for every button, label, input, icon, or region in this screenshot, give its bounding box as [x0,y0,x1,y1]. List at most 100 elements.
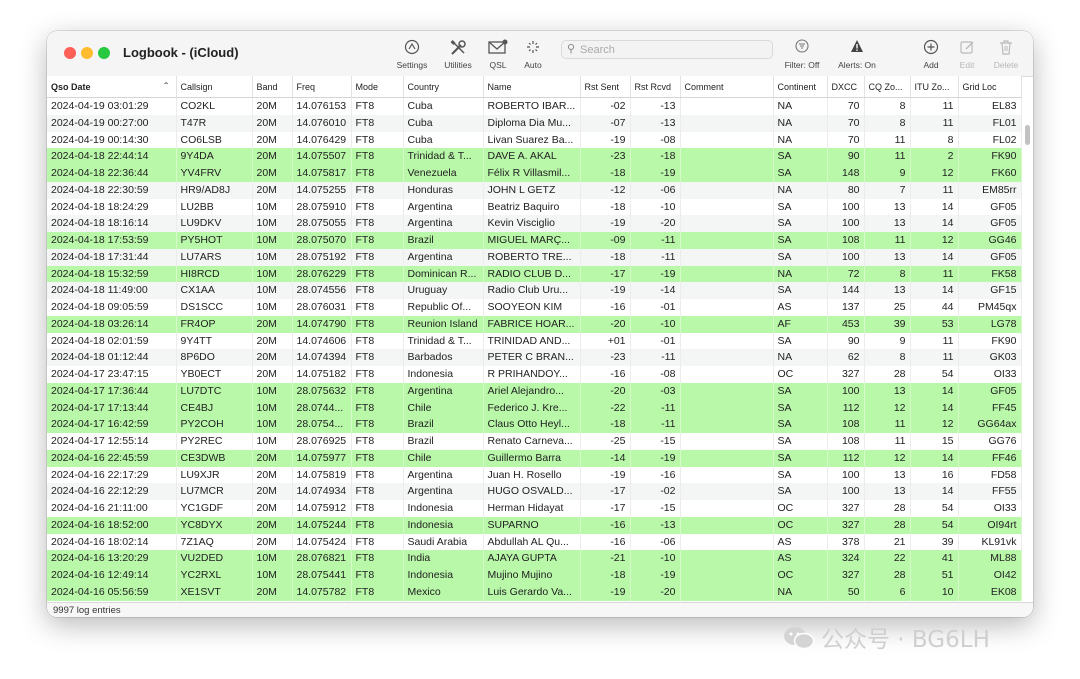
minimize-window-button[interactable] [81,47,93,59]
cell-name: MIGUEL MARÇ... [483,232,581,249]
table-row[interactable]: 2024-04-16 21:11:00 YC1GDF 20M 14.075912 FT8… [47,500,1022,517]
column-header[interactable]: DXCC [827,76,865,98]
table-row[interactable]: 2024-04-19 03:01:29 CO2KL 20M 14.076153 FT8 C… [47,97,1022,115]
search-field[interactable]: ⚲ [561,40,773,59]
column-header[interactable]: Freq [292,76,352,98]
table-row[interactable]: 2024-04-16 12:49:14 YC2RXL 10M 28.075441 FT8… [47,567,1022,584]
cell-dxcc: 108 [827,416,865,433]
column-header[interactable]: Grid Loc [958,76,1022,98]
table-row[interactable]: 2024-04-18 22:36:44 YV4FRV 20M 14.075817 FT8… [47,165,1022,182]
column-header[interactable]: Mode [351,76,404,98]
table-row[interactable]: 2024-04-18 01:12:44 8P6DO 20M 14.074394 FT8 B… [47,349,1022,366]
cell-itu: 14 [910,382,959,400]
cell-cq: 12 [864,399,911,417]
column-header[interactable]: CQ Zo... [864,76,911,98]
cell-call: PY2COH [176,416,253,433]
table-row[interactable]: 2024-04-16 22:45:59 CE3DWB 20M 14.075977 FT8… [47,449,1022,467]
log-table: Qso Date ⌃ Callsign Band Freq Mode Country Name… [47,76,1022,601]
cell-mode: FT8 [351,533,404,551]
cell-itu: 14 [910,248,959,266]
cell-band: 10M [252,248,293,266]
cell-country: Barbados [403,349,484,366]
table-row[interactable]: 2024-04-18 22:44:14 9Y4DA 20M 14.075507 FT8 T… [47,148,1022,165]
cell-band: 10M [252,232,293,249]
column-header[interactable]: Name [483,76,581,98]
table-row[interactable]: 2024-04-18 17:53:59 PY5HOT 10M 28.075070 FT8… [47,232,1022,249]
filter-button[interactable]: Filter: Off [777,39,827,70]
delete-button[interactable]: Delete [989,39,1023,70]
cell-band: 10M [252,265,293,283]
cell-call: T47R [176,114,253,132]
table-row[interactable]: 2024-04-18 09:05:59 DS1SCC 10M 28.076031 FT8… [47,299,1022,316]
cell-itu: 15 [910,433,959,450]
table-row[interactable]: 2024-04-16 05:56:59 XE1SVT 20M 14.075782 FT8… [47,583,1022,601]
cell-name: Federico J. Kre... [483,399,581,417]
cell-comment [680,332,774,350]
table-row[interactable]: 2024-04-17 12:55:14 PY2REC 10M 28.076925 FT8… [47,433,1022,450]
close-window-button[interactable] [64,47,76,59]
cell-country: Republic Of... [403,299,484,316]
column-header[interactable]: Rst Sent [580,76,631,98]
table-row[interactable]: 2024-04-17 16:42:59 PY2COH 10M 28.0754... FT… [47,416,1022,433]
qsl-button[interactable]: QSL [484,39,512,70]
table-row[interactable]: 2024-04-19 00:27:00 T47R 20M 14.076010 FT8 Cu… [47,114,1022,132]
cell-cont: SA [773,382,828,400]
column-header[interactable]: Continent [773,76,828,98]
table-row[interactable]: 2024-04-18 11:49:00 CX1AA 10M 28.074556 FT8 U… [47,282,1022,299]
cell-mode: FT8 [351,165,404,182]
column-header[interactable]: Band [252,76,293,98]
table-row[interactable]: 2024-04-16 13:20:29 VU2DED 10M 28.076821 FT8… [47,550,1022,567]
column-header[interactable]: Callsign [176,76,253,98]
table-row[interactable]: 2024-04-18 15:32:59 HI8RCD 10M 28.076229 FT8… [47,265,1022,283]
cell-freq: 28.076229 [292,265,352,283]
table-row[interactable]: 2024-04-17 17:13:44 CE4BJ 10M 28.0744... FT8… [47,399,1022,417]
column-header[interactable]: Rst Rcvd [630,76,681,98]
table-row[interactable]: 2024-04-16 22:17:29 LU9XJR 20M 14.075819 FT8… [47,466,1022,484]
column-header[interactable]: Comment [680,76,774,98]
cell-date: 2024-04-18 18:16:14 [47,215,177,232]
cell-sent: -19 [580,466,631,484]
column-header[interactable]: Country [403,76,484,98]
table-row[interactable]: 2024-04-18 18:24:29 LU2BB 10M 28.075910 FT8 A… [47,198,1022,216]
cell-cont: NA [773,349,828,366]
cell-cont: NA [773,131,828,149]
vertical-scrollbar[interactable] [1025,125,1030,145]
auto-button[interactable]: Auto [519,39,547,70]
cell-comment [680,533,774,551]
envelope-icon [484,39,512,59]
cell-cq: 11 [864,433,911,450]
table-row[interactable]: 2024-04-17 23:47:15 YB0ECT 20M 14.075182 FT8… [47,366,1022,383]
settings-button[interactable]: Settings [392,39,432,70]
cell-name: Abdullah AL Qu... [483,533,581,551]
cell-rcvd: -11 [630,349,681,366]
cell-rcvd: -10 [630,315,681,333]
add-button[interactable]: Add [917,39,945,70]
table-row[interactable]: 2024-04-18 17:31:44 LU7ARS 10M 28.075192 FT8… [47,248,1022,266]
log-table-container[interactable]: Qso Date ⌃ Callsign Band Freq Mode Country Name… [47,76,1033,602]
cell-call: CO2KL [176,97,253,115]
utilities-button[interactable]: Utilities [437,39,479,70]
zoom-window-button[interactable] [98,47,110,59]
table-row[interactable]: 2024-04-16 18:52:00 YC8DYX 20M 14.075244 FT8… [47,516,1022,534]
cell-date: 2024-04-17 12:55:14 [47,433,177,450]
cell-date: 2024-04-16 22:45:59 [47,449,177,467]
table-row[interactable]: 2024-04-18 03:26:14 FR4OP 20M 14.074790 FT8 R… [47,315,1022,333]
column-header[interactable]: ITU Zo... [910,76,959,98]
table-row[interactable]: 2024-04-18 22:30:59 HR9/AD8J 20M 14.075255 F… [47,181,1022,199]
search-input[interactable] [580,41,765,58]
table-row[interactable]: 2024-04-19 00:14:30 CO6LSB 20M 14.076429 FT8… [47,131,1022,149]
cell-sent: -21 [580,550,631,567]
table-row[interactable]: 2024-04-16 22:12:29 LU7MCR 20M 14.074934 FT8… [47,483,1022,500]
cell-cq: 28 [864,567,911,584]
table-row[interactable]: 2024-04-16 18:02:14 7Z1AQ 20M 14.075424 FT8 S… [47,533,1022,551]
cell-freq: 14.074790 [292,315,352,333]
table-row[interactable]: 2024-04-17 17:36:44 LU7DTC 10M 28.075632 FT8… [47,382,1022,400]
column-header[interactable]: Qso Date ⌃ [47,76,177,98]
table-row[interactable]: 2024-04-18 02:01:59 9Y4TT 20M 14.074606 FT8 T… [47,332,1022,350]
edit-button[interactable]: Edit [953,39,981,70]
entries-count: 9997 log entries [53,605,121,616]
table-row[interactable]: 2024-04-18 18:16:14 LU9DKV 10M 28.075055 FT8… [47,215,1022,232]
cell-cont: SA [773,282,828,299]
alerts-button[interactable]: Alerts: On [831,39,883,70]
cell-band: 20M [252,114,293,132]
